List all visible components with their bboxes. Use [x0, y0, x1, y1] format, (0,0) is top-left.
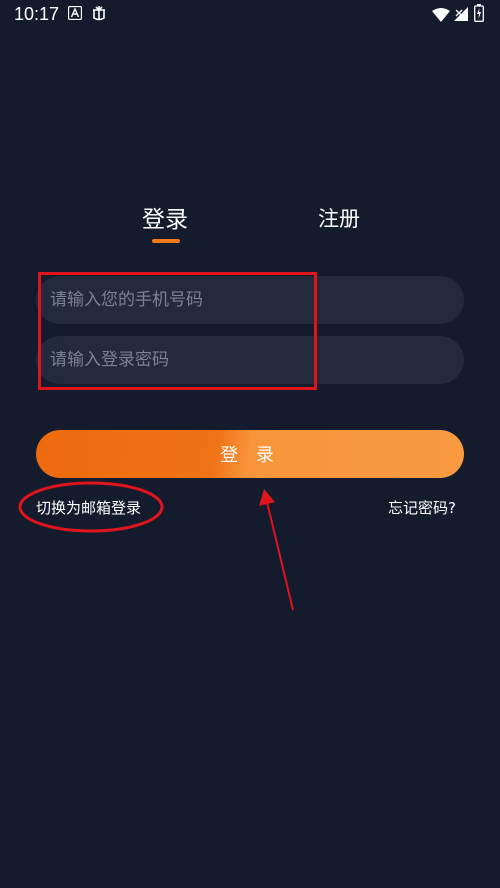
signal-icon [453, 6, 469, 26]
bug-icon [90, 4, 108, 26]
forgot-password-link[interactable]: 忘记密码? [388, 497, 456, 518]
tab-login[interactable]: 登录 [142, 200, 188, 234]
switch-to-email-login-link[interactable]: 切换为邮箱登录 [36, 497, 141, 518]
battery-icon [474, 4, 484, 26]
password-input[interactable] [36, 336, 464, 384]
a-box-icon [67, 5, 83, 24]
tab-register[interactable]: 注册 [318, 203, 360, 233]
login-register-tabs: 登录 注册 [0, 200, 500, 250]
annotation-arrow-line [266, 501, 294, 611]
status-time: 10:17 [14, 4, 60, 24]
login-button[interactable]: 登 录 [36, 430, 464, 478]
annotation-arrow-head [259, 489, 275, 506]
active-tab-indicator [152, 239, 180, 243]
status-bar: 10:17 [0, 0, 500, 30]
phone-input[interactable] [36, 276, 464, 324]
wifi-icon [432, 7, 450, 26]
